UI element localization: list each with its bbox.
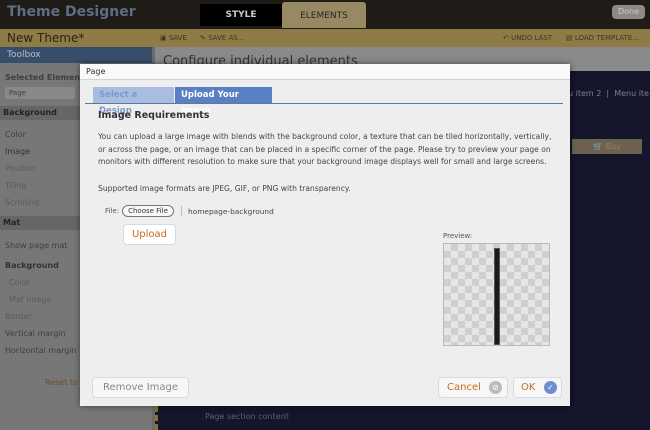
image-item[interactable]: Image	[5, 147, 30, 156]
choose-file-button[interactable]: Choose File	[122, 205, 174, 217]
preview-label: Preview:	[443, 232, 473, 240]
mat-image-item[interactable]: Mat image	[9, 295, 51, 304]
tab-upload-image[interactable]: Upload Your Image	[175, 87, 272, 116]
selected-element-label: Selected Element:	[5, 73, 87, 82]
toolbox-header: Toolbox	[0, 47, 152, 63]
dialog-title: Page	[80, 64, 570, 80]
save-button[interactable]: ▣ SAVE	[160, 34, 187, 42]
horizontal-margin-item[interactable]: Horizontal margin	[5, 346, 77, 355]
upload-button[interactable]: Upload	[123, 224, 176, 245]
undo-button[interactable]: ↶ UNDO LAST	[503, 34, 552, 42]
section-content: Page section content	[205, 412, 289, 421]
tab-divider	[85, 103, 563, 104]
file-label: File:	[105, 207, 120, 215]
page-dialog: Page Select a Design Upload Your Image I…	[80, 64, 570, 406]
ok-button[interactable]: OK ✓	[513, 377, 562, 398]
tab-select-design[interactable]: Select a Design	[93, 87, 174, 116]
tab-elements[interactable]: ELEMENTS	[282, 2, 366, 28]
save-as-button[interactable]: ✎ SAVE AS...	[200, 34, 244, 42]
border-item[interactable]: Border	[5, 312, 32, 321]
remove-image-button[interactable]: Remove Image	[92, 377, 189, 398]
buy-button[interactable]: 🛒 Buy	[572, 139, 642, 154]
requirements-heading: Image Requirements	[98, 110, 210, 121]
menu-items: u item 2 | Menu ite	[568, 89, 649, 98]
requirements-text: You can upload a large image with blends…	[98, 132, 552, 166]
selected-element-select[interactable]: Page	[5, 87, 75, 99]
toolbar	[0, 29, 650, 47]
mat-background-item: Background	[5, 261, 59, 270]
save-icon: ▣	[160, 34, 169, 42]
preview-image	[494, 248, 500, 345]
tab-style[interactable]: STYLE	[200, 4, 282, 26]
vertical-margin-item[interactable]: Vertical margin	[5, 329, 66, 338]
cart-icon: 🛒	[593, 142, 606, 151]
color-item[interactable]: Color	[5, 130, 26, 139]
app-title: Theme Designer	[7, 4, 136, 20]
edit-icon: ✎	[200, 34, 209, 42]
scrolling-item[interactable]: Scrolling	[5, 198, 39, 207]
mat-section: Mat	[0, 216, 80, 230]
file-separator	[181, 206, 182, 216]
template-icon: ▤	[566, 34, 575, 42]
done-button[interactable]: Done	[612, 5, 645, 19]
undo-icon: ↶	[503, 34, 512, 42]
file-name: homepage-background	[188, 207, 274, 216]
image-preview	[443, 243, 550, 346]
mat-color-item[interactable]: Color	[9, 278, 30, 287]
theme-name: New Theme*	[7, 31, 85, 45]
formats-text: Supported image formats are JPEG, GIF, o…	[98, 184, 351, 193]
check-icon: ✓	[544, 381, 557, 394]
position-item[interactable]: Position	[5, 164, 36, 173]
show-page-mat-item[interactable]: Show page mat	[5, 241, 67, 250]
tiling-item[interactable]: Tiling	[5, 181, 26, 190]
load-template-button[interactable]: ▤ LOAD TEMPLATE...	[566, 34, 639, 42]
cancel-icon: ⊘	[489, 381, 502, 394]
cancel-button[interactable]: Cancel ⊘	[438, 377, 508, 398]
background-section: Background	[0, 106, 80, 120]
